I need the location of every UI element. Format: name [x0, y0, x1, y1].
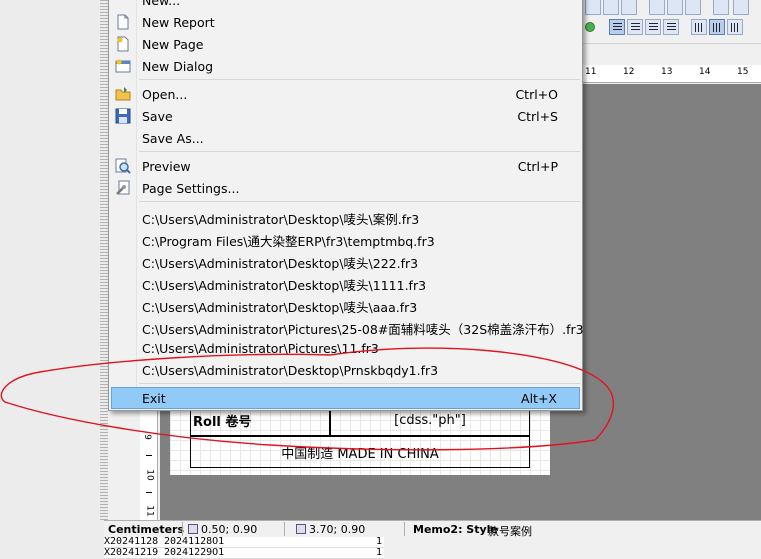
horizontal-ruler: 11 12 13 14 15: [583, 65, 761, 83]
data-grid: X20241128 20241128O1 1 X20241219 2024122…: [104, 536, 384, 559]
toolbar-button-b[interactable]: [603, 0, 619, 15]
size-readout: 3.70; 0.90: [296, 523, 365, 536]
menu-item-exit[interactable]: Exit Alt+X: [111, 387, 580, 409]
recent-file-item[interactable]: C:\Users\Administrator\Desktop\唛头\222.fr…: [111, 249, 580, 271]
ruler-label: 11: [585, 67, 597, 77]
selected-object-label: Memo2: Style: [413, 523, 498, 536]
toolbar-button-d[interactable]: [649, 0, 665, 15]
menu-item-new-dialog[interactable]: New Dialog: [111, 55, 580, 77]
toolbar-button-c[interactable]: [621, 0, 637, 15]
valign-center-button[interactable]: [709, 19, 725, 35]
new-page-icon: [117, 36, 129, 52]
ruler-label: 14: [699, 67, 711, 77]
recent-file-item[interactable]: C:\Users\Administrator\Pictures\11.fr3: [111, 337, 580, 359]
align-right-button[interactable]: [645, 19, 661, 35]
valign-bottom-button[interactable]: [727, 19, 743, 35]
ruler-label: 15: [737, 67, 749, 77]
align-center-button[interactable]: [627, 19, 643, 35]
green-dot-icon[interactable]: [585, 22, 595, 32]
position-icon: [188, 524, 198, 534]
ruler-label: 10: [144, 469, 155, 481]
left-ruler-dots: [100, 0, 108, 520]
page-settings-icon: [116, 180, 130, 195]
toolbar-button-e[interactable]: [667, 0, 683, 15]
recent-file-item[interactable]: C:\Users\Administrator\Desktop\唛头\案例.fr3: [111, 205, 580, 227]
units-label: Centimeters: [108, 523, 185, 536]
new-dialog-icon: [115, 59, 131, 73]
menu-item-save-as[interactable]: Save As...: [111, 127, 580, 149]
valign-top-button[interactable]: [691, 19, 707, 35]
file-menu: New... New Report New Page New Dialog Op…: [108, 0, 584, 411]
ruler-label: 12: [623, 67, 635, 77]
recent-file-item[interactable]: C:\Users\Administrator\Desktop\唛头\aaa.fr…: [111, 293, 580, 315]
menu-item-open[interactable]: Open... Ctrl+O: [111, 83, 580, 105]
toolbar-button-f[interactable]: [685, 0, 701, 15]
left-toolbar-strip: [0, 0, 108, 559]
align-left-button[interactable]: [609, 19, 625, 35]
align-justify-button[interactable]: [663, 19, 679, 35]
toolbar-row-2: [583, 16, 761, 38]
recent-file-item[interactable]: C:\Program Files\通大染整ERP\fr3\temptmbq.fr…: [111, 227, 580, 249]
open-folder-icon: [115, 87, 131, 101]
menu-separator: [139, 151, 580, 152]
new-report-icon: [117, 14, 129, 30]
menu-separator: [139, 201, 580, 202]
toolbar-button-a[interactable]: [585, 0, 601, 15]
menu-separator: [139, 79, 580, 80]
menu-separator: [139, 383, 580, 384]
recent-file-item[interactable]: C:\Users\Administrator\Pictures\25-08#面辅…: [111, 315, 584, 337]
ruler-label: 11: [144, 505, 155, 517]
menu-item-new-page[interactable]: New Page: [111, 33, 580, 55]
ruler-label: 13: [661, 67, 673, 77]
table-row[interactable]: X20241219 20241229O1 1: [104, 547, 384, 559]
menu-item-page-settings[interactable]: Page Settings...: [111, 177, 580, 199]
recent-file-item[interactable]: C:\Users\Administrator\Desktop\唛头\1111.f…: [111, 271, 580, 293]
menu-item-new-report[interactable]: New Report: [111, 11, 580, 33]
recent-file-item[interactable]: C:\Users\Administrator\Desktop\Prnskbqdy…: [111, 359, 580, 381]
menu-item-save[interactable]: Save Ctrl+S: [111, 105, 580, 127]
size-icon: [296, 524, 306, 534]
status-bar: Centimeters 0.50; 0.90 3.70; 0.90 Memo2:…: [104, 520, 761, 538]
alignment-toolbar: [583, 0, 761, 44]
save-disk-icon: [115, 108, 131, 124]
made-in-china-memo[interactable]: 中国制造 MADE IN CHINA: [190, 436, 530, 468]
menu-item-preview[interactable]: Preview Ctrl+P: [111, 155, 580, 177]
preview-magnifier-icon: [115, 158, 131, 174]
ruler-label: 9: [141, 434, 152, 440]
toolbar-button-g[interactable]: [713, 0, 729, 15]
menu-item-new[interactable]: New...: [111, 0, 580, 11]
position-readout: 0.50; 0.90: [188, 523, 257, 536]
selected-object-value: 款号案例: [488, 525, 532, 538]
toolbar-button-h[interactable]: [733, 0, 749, 15]
